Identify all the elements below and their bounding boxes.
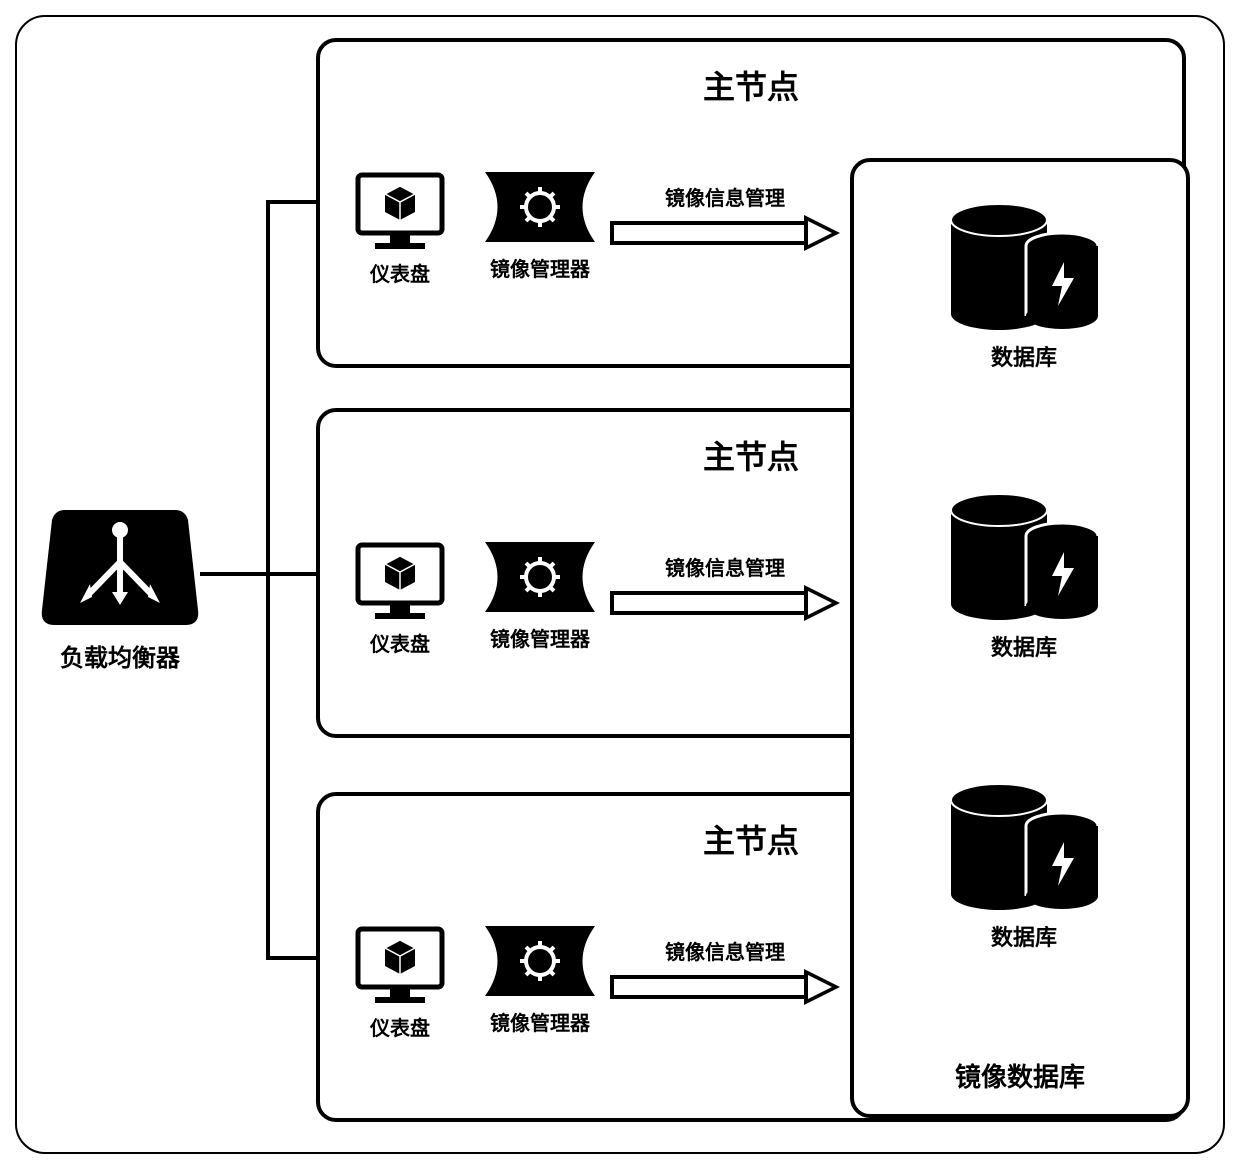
db-label: 数据库 bbox=[934, 340, 1114, 372]
dashboard-label: 仪表盘 bbox=[350, 258, 450, 287]
monitor-cube-icon bbox=[355, 542, 445, 622]
node-title: 主节点 bbox=[703, 816, 799, 862]
arrow-label: 镜像信息管理 bbox=[610, 182, 840, 211]
dashboard-label: 仪表盘 bbox=[350, 1012, 450, 1041]
dashboard: 仪表盘 bbox=[350, 542, 450, 657]
connector bbox=[200, 572, 270, 576]
database-icon bbox=[944, 202, 1104, 332]
node-title: 主节点 bbox=[703, 432, 799, 478]
arrow: 镜像信息管理 bbox=[610, 182, 840, 251]
mirror-manager: 镜像管理器 bbox=[470, 921, 610, 1036]
gear-bowtie-icon bbox=[480, 167, 600, 247]
dashboard: 仪表盘 bbox=[350, 172, 450, 287]
mirror-mgr-label: 镜像管理器 bbox=[470, 623, 610, 652]
arrow-label: 镜像信息管理 bbox=[610, 552, 840, 581]
arrow-icon bbox=[610, 585, 840, 621]
database: 数据库 bbox=[934, 782, 1114, 952]
connector bbox=[266, 956, 316, 960]
database: 数据库 bbox=[934, 492, 1114, 662]
mirror-manager: 镜像管理器 bbox=[470, 537, 610, 652]
arrow: 镜像信息管理 bbox=[610, 552, 840, 621]
db-label: 数据库 bbox=[934, 920, 1114, 952]
monitor-cube-icon bbox=[355, 926, 445, 1006]
mirror-manager: 镜像管理器 bbox=[470, 167, 610, 282]
arrow-icon bbox=[610, 969, 840, 1005]
arrow-label: 镜像信息管理 bbox=[610, 936, 840, 965]
gear-bowtie-icon bbox=[480, 921, 600, 1001]
mirror-database-box: 数据库 数据库 数据库 镜像数据库 bbox=[850, 158, 1190, 1118]
mirror-mgr-label: 镜像管理器 bbox=[470, 1007, 610, 1036]
load-balancer-icon bbox=[40, 500, 200, 630]
database-icon bbox=[944, 492, 1104, 622]
database-icon bbox=[944, 782, 1104, 912]
connector bbox=[266, 200, 270, 960]
dashboard: 仪表盘 bbox=[350, 926, 450, 1041]
monitor-cube-icon bbox=[355, 172, 445, 252]
arrow: 镜像信息管理 bbox=[610, 936, 840, 1005]
mirror-db-title: 镜像数据库 bbox=[955, 1057, 1085, 1094]
arrow-icon bbox=[610, 215, 840, 251]
gear-bowtie-icon bbox=[480, 537, 600, 617]
node-title: 主节点 bbox=[703, 62, 799, 108]
database: 数据库 bbox=[934, 202, 1114, 372]
db-label: 数据库 bbox=[934, 630, 1114, 662]
load-balancer-label: 负载均衡器 bbox=[40, 638, 200, 673]
load-balancer: 负载均衡器 bbox=[40, 500, 200, 673]
mirror-mgr-label: 镜像管理器 bbox=[470, 253, 610, 282]
connector bbox=[266, 200, 316, 204]
dashboard-label: 仪表盘 bbox=[350, 628, 450, 657]
connector bbox=[266, 572, 316, 576]
